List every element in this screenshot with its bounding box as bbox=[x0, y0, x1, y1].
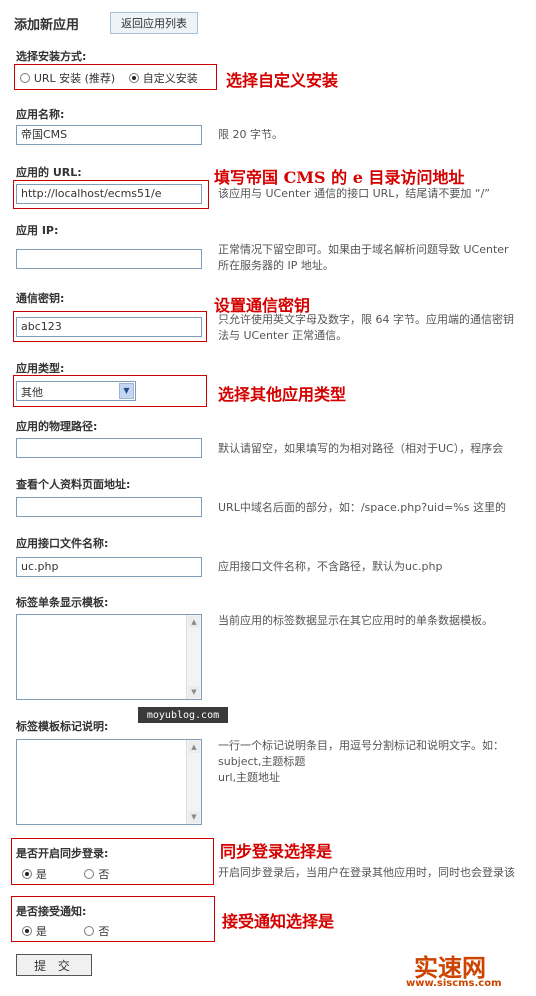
app-type-select[interactable]: 其他 ▼ bbox=[16, 381, 136, 401]
sync-login-yes-radio[interactable] bbox=[22, 869, 32, 879]
app-url-annotation: 填写帝国 CMS 的 e 目录访问地址 bbox=[214, 168, 465, 187]
api-filename-input[interactable]: uc.php bbox=[16, 557, 202, 577]
sync-login-annotation: 同步登录选择是 bbox=[220, 842, 333, 861]
tag-desc-textarea[interactable]: ▲ ▼ bbox=[16, 739, 202, 825]
app-path-note: 默认请留空，如果填写的为相对路径（相对于UC），程序会 bbox=[218, 442, 504, 455]
app-type-value: 其他 bbox=[21, 386, 43, 399]
chevron-down-icon[interactable]: ▼ bbox=[119, 383, 134, 399]
tag-desc-example-2: url,主题地址 bbox=[218, 771, 281, 784]
comm-key-input[interactable]: abc123 bbox=[16, 317, 202, 337]
tag-template-scrollbar[interactable]: ▲ ▼ bbox=[186, 615, 201, 699]
profile-url-input[interactable] bbox=[16, 497, 202, 517]
watermark: moyublog.com bbox=[138, 707, 228, 723]
notify-yes-label: 是 bbox=[35, 925, 47, 938]
comm-key-label: 通信密钥: bbox=[16, 292, 65, 305]
scroll-down-icon[interactable]: ▼ bbox=[188, 686, 200, 698]
app-name-note: 限 20 字节。 bbox=[218, 128, 283, 141]
app-url-note: 该应用与 UCenter 通信的接口 URL，结尾请不要加 “/” bbox=[218, 187, 490, 200]
brand-url: www.siscms.com bbox=[406, 978, 502, 989]
sync-login-label: 是否开启同步登录: bbox=[16, 847, 109, 860]
tag-desc-example-1: subject,主题标题 bbox=[218, 755, 306, 768]
app-ip-note-line2: 所在服务器的 IP 地址。 bbox=[218, 259, 334, 272]
back-to-list-button[interactable]: 返回应用列表 bbox=[110, 12, 198, 34]
tag-desc-note: 一行一个标记说明条目，用逗号分割标记和说明文字。如： bbox=[218, 739, 504, 752]
sync-login-note: 开启同步登录后，当用户在登录其他应用时，同时也会登录该 bbox=[218, 866, 515, 879]
sync-login-no-label: 否 bbox=[98, 868, 110, 881]
profile-url-note: URL中域名后面的部分，如：/space.php?uid=%s 这里的 bbox=[218, 501, 506, 514]
app-name-input[interactable]: 帝国CMS bbox=[16, 125, 202, 145]
app-name-label: 应用名称: bbox=[16, 108, 65, 121]
install-method-label: 选择安装方式: bbox=[16, 50, 87, 63]
notify-group: 是 否 bbox=[22, 923, 109, 939]
notify-no-label: 否 bbox=[98, 925, 110, 938]
api-filename-label: 应用接口文件名称: bbox=[16, 537, 109, 550]
scroll-up-icon[interactable]: ▲ bbox=[188, 616, 200, 628]
sync-login-group: 是 否 bbox=[22, 866, 109, 882]
install-url-label: URL 安装 (推荐) bbox=[33, 72, 116, 85]
notify-label: 是否接受通知: bbox=[16, 905, 87, 918]
app-ip-input[interactable] bbox=[16, 249, 202, 269]
notify-annotation: 接受通知选择是 bbox=[222, 912, 335, 931]
install-annotation: 选择自定义安装 bbox=[226, 71, 339, 90]
app-path-label: 应用的物理路径: bbox=[16, 420, 98, 433]
tag-template-textarea[interactable]: ▲ ▼ bbox=[16, 614, 202, 700]
scroll-up-icon[interactable]: ▲ bbox=[188, 741, 200, 753]
notify-yes-radio[interactable] bbox=[22, 926, 32, 936]
scroll-down-icon[interactable]: ▼ bbox=[188, 811, 200, 823]
profile-url-label: 查看个人资料页面地址: bbox=[16, 478, 131, 491]
app-url-label: 应用的 URL: bbox=[16, 166, 82, 179]
tag-template-label: 标签单条显示模板: bbox=[16, 596, 109, 609]
app-path-input[interactable] bbox=[16, 438, 202, 458]
app-url-input[interactable]: http://localhost/ecms51/e bbox=[16, 184, 202, 204]
comm-key-note-line2: 法与 UCenter 正常通信。 bbox=[218, 329, 348, 342]
app-ip-note: 正常情况下留空即可。如果由于域名解析问题导致 UCenter bbox=[218, 243, 509, 256]
app-type-annotation: 选择其他应用类型 bbox=[218, 385, 347, 404]
sync-login-no-radio[interactable] bbox=[84, 869, 95, 879]
tag-template-note: 当前应用的标签数据显示在其它应用时的单条数据模板。 bbox=[218, 614, 493, 627]
notify-no-radio[interactable] bbox=[84, 926, 95, 936]
page-title: 添加新应用 bbox=[14, 18, 80, 33]
app-type-label: 应用类型: bbox=[16, 362, 65, 375]
install-custom-label: 自定义安装 bbox=[142, 72, 198, 85]
tag-desc-scrollbar[interactable]: ▲ ▼ bbox=[186, 740, 201, 824]
comm-key-annotation: 设置通信密钥 bbox=[214, 296, 311, 315]
install-url-radio[interactable] bbox=[20, 73, 30, 83]
api-filename-note: 应用接口文件名称，不含路径，默认为uc.php bbox=[218, 560, 443, 573]
tag-desc-label: 标签模板标记说明: bbox=[16, 720, 109, 733]
app-ip-label: 应用 IP: bbox=[16, 224, 59, 237]
sync-login-yes-label: 是 bbox=[35, 868, 47, 881]
install-method-group: URL 安装 (推荐) 自定义安装 bbox=[20, 70, 198, 86]
install-custom-radio[interactable] bbox=[128, 73, 139, 83]
submit-button[interactable]: 提 交 bbox=[16, 954, 92, 976]
